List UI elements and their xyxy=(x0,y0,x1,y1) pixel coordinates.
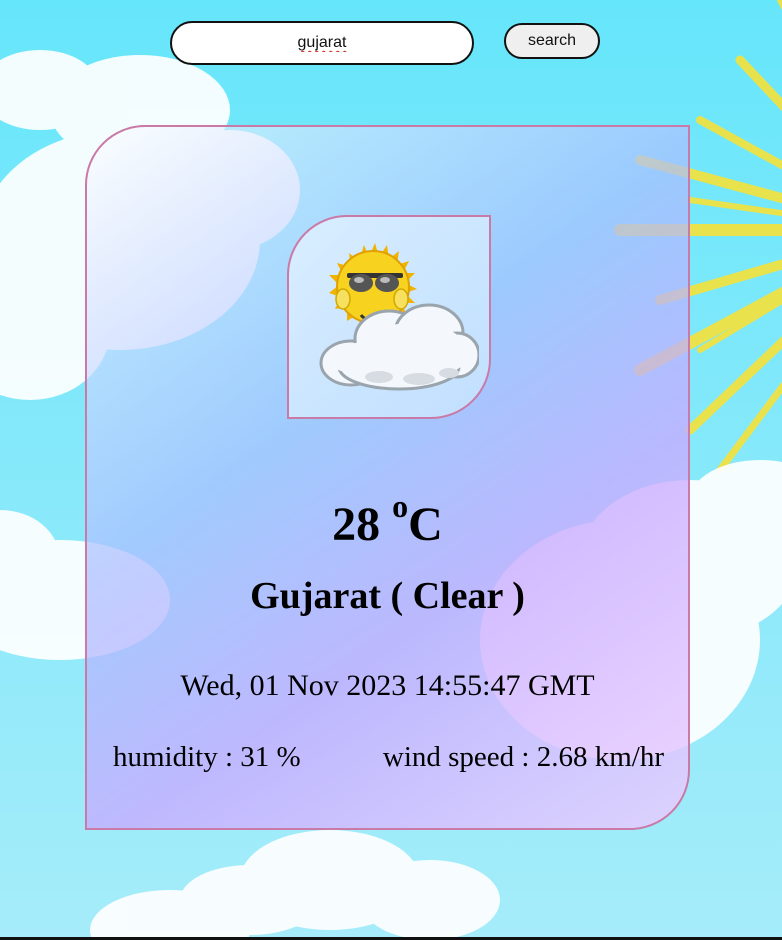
search-button[interactable]: search xyxy=(504,23,600,59)
degree-symbol: o xyxy=(392,488,409,524)
date-time: Wed, 01 Nov 2023 14:55:47 GMT xyxy=(180,669,595,702)
weather-card: 28 oC Gujarat ( Clear ) Wed, 01 Nov 2023… xyxy=(85,125,690,830)
location-condition: Gujarat ( Clear ) xyxy=(250,575,525,617)
temperature-reading: 28 oC xyxy=(87,490,688,553)
search-bar[interactable] xyxy=(170,21,474,65)
sun-with-sunglasses-behind-cloud-icon xyxy=(319,243,479,391)
temperature-value: 28 xyxy=(332,498,381,551)
temperature-unit: C xyxy=(408,498,443,551)
weather-icon-frame xyxy=(287,215,491,419)
wind-speed-value: wind speed : 2.68 km/hr xyxy=(382,741,664,773)
search-input[interactable] xyxy=(172,23,472,63)
humidity-value: humidity : 31 % xyxy=(113,741,301,773)
